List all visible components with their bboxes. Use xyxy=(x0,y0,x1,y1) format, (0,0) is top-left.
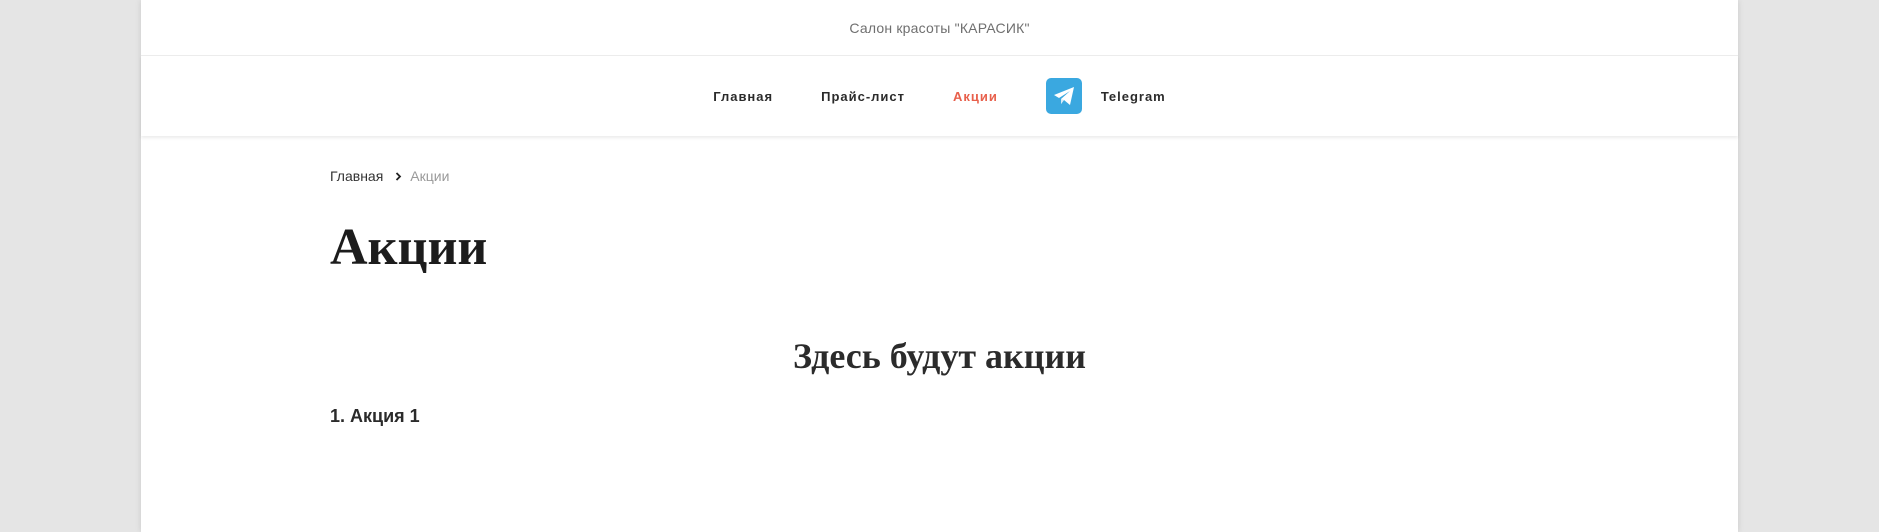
promo-item: 1. Акция 1 xyxy=(330,406,420,426)
nav-item-price-list[interactable]: Прайс-лист xyxy=(821,89,905,104)
breadcrumb-current: Акции xyxy=(410,168,450,184)
section-heading: Здесь будут акции xyxy=(793,336,1086,376)
nav-item-telegram-label: Telegram xyxy=(1100,88,1166,104)
top-bar: Салон красоты "КАРАСИК" xyxy=(141,0,1738,56)
breadcrumb-home[interactable]: Главная xyxy=(330,168,383,184)
nav-item-home[interactable]: Главная xyxy=(713,89,773,104)
nav-item-promotions[interactable]: Акции xyxy=(953,89,998,104)
telegram-icon xyxy=(1045,78,1082,114)
main-content: Главная Акции Акции Здесь будут акции 1.… xyxy=(330,150,1549,427)
nav-item-telegram[interactable]: Telegram xyxy=(1045,78,1166,114)
main-nav: Главная Прайс-лист Акции Telegram xyxy=(141,56,1738,136)
page-container: Салон красоты "КАРАСИК" Главная Прайс-ли… xyxy=(141,0,1738,532)
breadcrumb: Главная Акции xyxy=(330,168,1549,184)
chevron-right-icon xyxy=(395,171,402,181)
site-name: Салон красоты "КАРАСИК" xyxy=(849,19,1030,36)
page-title: Акции xyxy=(330,219,488,276)
